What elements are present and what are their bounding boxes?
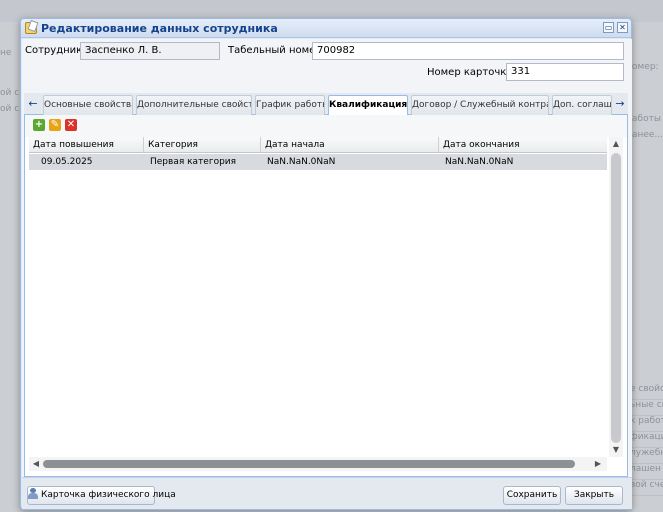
window-footer: Карточка физического лица Сохранить Закр…: [22, 477, 632, 509]
tab-additional-properties[interactable]: Дополнительные свойства: [136, 95, 252, 115]
scroll-up-icon[interactable]: ▲: [611, 139, 621, 149]
horizontal-scrollbar[interactable]: ◀ ▶: [29, 457, 607, 471]
table-cell: 09.05.2025: [41, 157, 93, 167]
table-cell: NaN.NaN.0NaN: [445, 157, 514, 167]
close-window-button[interactable]: ✕: [617, 22, 628, 33]
scroll-left-icon[interactable]: ◀: [31, 459, 41, 469]
horizontal-scroll-thumb[interactable]: [43, 460, 575, 468]
window-titlebar[interactable]: Редактирование данных сотрудника ▭ ✕: [21, 19, 631, 38]
tab-scroll-left-icon[interactable]: ←: [26, 95, 40, 113]
grid-toolbar: + ✎ ✕: [25, 115, 627, 137]
qualification-panel: + ✎ ✕ Дата повышения Категория Дата нача…: [24, 115, 628, 477]
tabnum-field[interactable]: 700982: [312, 42, 624, 60]
qualification-grid: Дата повышения Категория Дата начала Дат…: [29, 137, 607, 457]
save-button[interactable]: Сохранить: [503, 486, 561, 505]
tabnum-label: Табельный номер:: [228, 45, 326, 56]
employee-label: Сотрудник:: [25, 45, 86, 56]
grid-header: Дата повышения Категория Дата начала Дат…: [29, 137, 607, 153]
window-title: Редактирование данных сотрудника: [41, 22, 278, 35]
scroll-down-icon[interactable]: ▼: [611, 445, 621, 455]
column-header[interactable]: Дата окончания: [439, 137, 607, 153]
delete-icon[interactable]: ✕: [65, 119, 77, 131]
card-number-field[interactable]: 331: [506, 63, 624, 81]
column-header[interactable]: Дата начала: [261, 137, 439, 153]
column-header[interactable]: Категория: [144, 137, 261, 153]
table-cell: NaN.NaN.0NaN: [267, 157, 336, 167]
tab-scroll-right-icon[interactable]: →: [613, 95, 627, 113]
edit-icon[interactable]: ✎: [49, 119, 61, 131]
table-row[interactable]: 09.05.2025 Первая категория NaN.NaN.0NaN…: [29, 154, 607, 170]
tab-main-properties[interactable]: Основные свойства: [43, 95, 133, 115]
vertical-scroll-thumb[interactable]: [611, 153, 621, 443]
column-header[interactable]: Дата повышения: [29, 137, 144, 153]
tab-additional-agreements[interactable]: Доп. соглашения: [552, 95, 612, 115]
tab-qualification[interactable]: Квалификация: [328, 95, 408, 116]
close-button[interactable]: Закрыть: [565, 486, 623, 505]
vertical-scrollbar[interactable]: ▲ ▼: [609, 137, 623, 457]
restore-button[interactable]: ▭: [603, 22, 614, 33]
employee-field[interactable]: Заспенко Л. В.: [80, 42, 220, 60]
scroll-right-icon[interactable]: ▶: [593, 459, 603, 469]
table-cell: Первая категория: [150, 157, 237, 167]
card-number-label: Номер карточки:: [427, 67, 517, 78]
tab-contract[interactable]: Договор / Служебный контракт: [411, 95, 549, 115]
add-icon[interactable]: +: [33, 119, 45, 131]
tab-strip: ← Основные свойства Дополнительные свойс…: [24, 93, 628, 116]
tab-work-schedule[interactable]: График работы: [255, 95, 325, 115]
person-card-label: Карточка физического лица: [41, 490, 176, 500]
person-icon: [28, 488, 38, 499]
employee-edit-window: Редактирование данных сотрудника ▭ ✕ Сот…: [20, 18, 632, 510]
person-card-button[interactable]: Карточка физического лица: [27, 486, 176, 505]
edit-document-icon: [25, 22, 37, 34]
